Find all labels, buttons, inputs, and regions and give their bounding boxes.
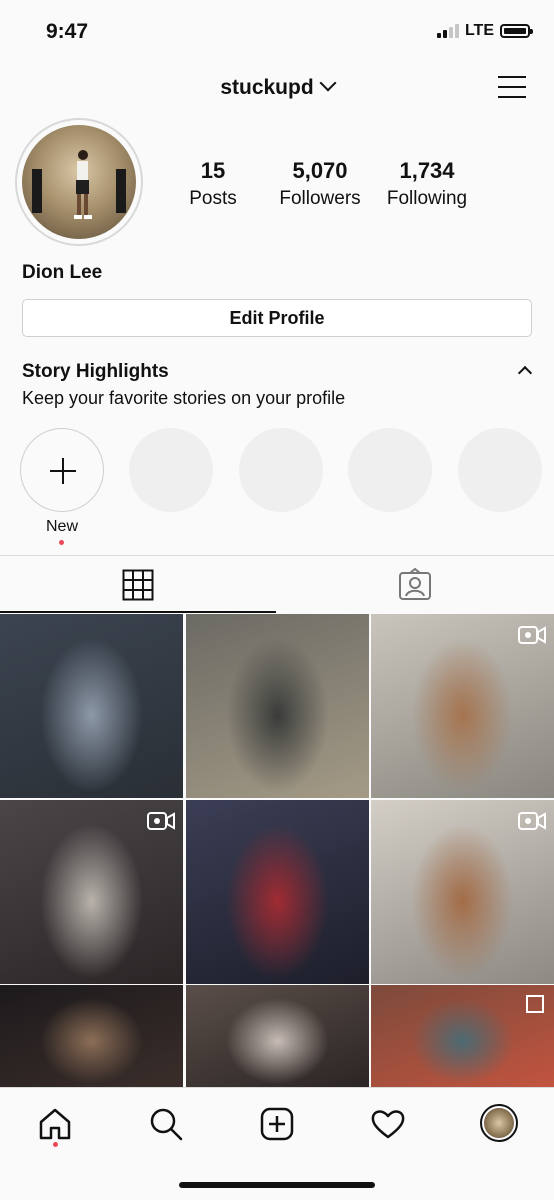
grid-post[interactable] xyxy=(371,614,554,798)
highlight-placeholder xyxy=(458,428,542,512)
profile-tab-avatar[interactable] xyxy=(480,1104,518,1142)
stat-value: 15 xyxy=(200,158,226,183)
home-icon[interactable] xyxy=(37,1106,73,1142)
stat-label: Posts xyxy=(189,188,237,209)
profile-avatar[interactable] xyxy=(15,118,143,246)
stat-following[interactable]: 1,734 Following xyxy=(382,158,472,210)
stat-value: 5,070 xyxy=(292,158,348,183)
tagged-icon[interactable] xyxy=(398,568,432,602)
new-highlight-button[interactable] xyxy=(20,428,104,512)
grid-post[interactable] xyxy=(371,985,554,1087)
username-switcher[interactable]: stuckupd xyxy=(0,74,554,100)
new-indicator-dot xyxy=(59,540,64,545)
grid-post[interactable] xyxy=(371,800,554,984)
profile-full-name: Dion Lee xyxy=(22,262,103,283)
highlight-placeholder xyxy=(348,428,432,512)
video-camera-icon xyxy=(518,626,546,644)
profile-tabs xyxy=(0,555,554,614)
search-icon[interactable] xyxy=(148,1106,184,1142)
network-label: LTE xyxy=(464,22,494,39)
username-label: stuckupd xyxy=(220,76,314,99)
highlights-subtitle: Keep your favorite stories on your profi… xyxy=(22,388,346,408)
stat-value: 1,734 xyxy=(399,158,455,183)
video-camera-icon xyxy=(147,812,175,830)
avatar-image xyxy=(22,125,136,239)
highlight-placeholder xyxy=(239,428,323,512)
grid-post[interactable] xyxy=(0,985,183,1087)
grid-post[interactable] xyxy=(186,614,369,798)
battery-icon xyxy=(500,24,533,38)
home-indicator[interactable] xyxy=(179,1182,375,1188)
grid-post[interactable] xyxy=(186,800,369,984)
video-camera-icon xyxy=(518,812,546,830)
activity-heart-icon[interactable] xyxy=(370,1106,406,1142)
multiple-photos-icon xyxy=(526,995,544,1013)
stat-posts[interactable]: 15 Posts xyxy=(182,158,244,210)
home-notification-dot xyxy=(53,1142,58,1147)
edit-profile-button[interactable]: Edit Profile xyxy=(22,299,532,337)
stat-label: Following xyxy=(386,188,468,209)
grid-post[interactable] xyxy=(0,800,183,984)
grid-icon[interactable] xyxy=(122,569,154,601)
new-highlight-label: New xyxy=(45,518,78,535)
stat-followers[interactable]: 5,070 Followers xyxy=(272,158,368,210)
chevron-down-icon xyxy=(319,74,337,92)
chevron-up-icon[interactable] xyxy=(517,365,533,381)
selected-tab-indicator xyxy=(0,611,276,613)
menu-icon[interactable] xyxy=(498,76,526,98)
stat-label: Followers xyxy=(279,188,361,209)
status-time: 9:47 xyxy=(46,20,89,43)
grid-post[interactable] xyxy=(0,614,183,798)
new-post-icon[interactable] xyxy=(259,1106,295,1142)
signal-icon xyxy=(436,24,459,38)
grid-post[interactable] xyxy=(186,985,369,1087)
status-indicators: LTE xyxy=(436,22,533,40)
highlight-placeholder xyxy=(129,428,213,512)
highlights-title: Story Highlights xyxy=(22,361,169,382)
